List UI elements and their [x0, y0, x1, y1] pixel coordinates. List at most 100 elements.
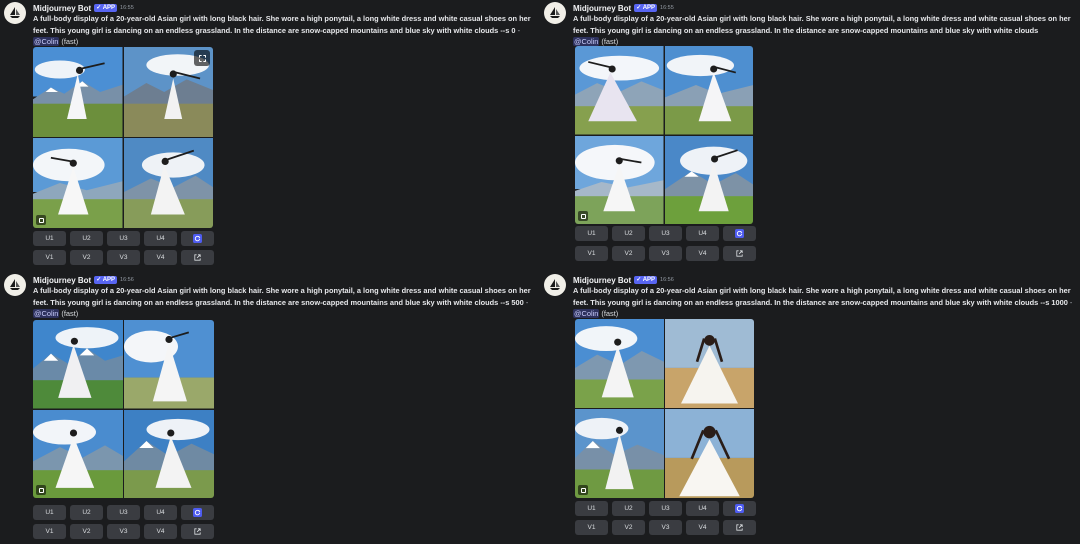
image-tile-1[interactable]: [33, 320, 123, 409]
u1-button[interactable]: U1: [33, 505, 66, 520]
u1-button[interactable]: U1: [33, 231, 66, 246]
u2-button[interactable]: U2: [612, 226, 645, 241]
web-button[interactable]: [181, 524, 214, 539]
variation-row: V1 V2 V3 V4: [33, 250, 214, 265]
prompt-body: A full-body display of a 20-year-old Asi…: [573, 286, 1071, 307]
external-link-icon: [194, 254, 201, 261]
image-icon: [36, 215, 46, 225]
v1-button[interactable]: V1: [575, 246, 608, 261]
user-mention[interactable]: @Colin: [33, 309, 60, 318]
prompt-body: A full-body display of a 20-year-old Asi…: [33, 286, 531, 307]
u3-button[interactable]: U3: [649, 226, 682, 241]
web-button[interactable]: [723, 520, 756, 535]
timestamp: 16:55: [120, 5, 134, 11]
external-link-icon: [736, 250, 743, 257]
author-name[interactable]: Midjourney Bot: [573, 276, 631, 285]
image-tile-4[interactable]: [123, 138, 213, 228]
prompt-body: A full-body display of a 20-year-old Asi…: [573, 14, 1071, 35]
image-tile-3[interactable]: [575, 409, 664, 498]
refresh-icon: [735, 504, 744, 513]
v2-button[interactable]: V2: [70, 250, 103, 265]
app-badge: ✓ APP: [634, 276, 658, 284]
u3-button[interactable]: U3: [649, 501, 682, 516]
separator: -: [523, 297, 529, 307]
u4-button[interactable]: U4: [144, 505, 177, 520]
image-tile-2[interactable]: [123, 47, 213, 137]
v1-button[interactable]: V1: [575, 520, 608, 535]
message-panel-3: Midjourney Bot ✓ APP 16:56 A full-body d…: [0, 272, 540, 544]
image-tile-1[interactable]: [33, 47, 123, 137]
v1-button[interactable]: V1: [33, 250, 66, 265]
refresh-icon: [193, 234, 202, 243]
v3-button[interactable]: V3: [649, 520, 682, 535]
image-tile-2[interactable]: [664, 46, 753, 135]
user-mention[interactable]: @Colin: [33, 37, 60, 46]
v3-button[interactable]: V3: [649, 246, 682, 261]
v4-button[interactable]: V4: [686, 246, 719, 261]
image-tile-4[interactable]: [124, 409, 214, 498]
v1-button[interactable]: V1: [33, 524, 66, 539]
bot-avatar[interactable]: [4, 274, 26, 296]
reroll-button[interactable]: [181, 505, 214, 520]
upscale-row: U1 U2 U3 U4: [33, 231, 214, 246]
message-header: Midjourney Bot ✓ APP 16:56: [33, 275, 134, 285]
v2-button[interactable]: V2: [612, 520, 645, 535]
web-button[interactable]: [181, 250, 214, 265]
reroll-button[interactable]: [181, 231, 214, 246]
bot-avatar[interactable]: [544, 2, 566, 24]
mode-label: (fast): [599, 37, 619, 46]
v3-button[interactable]: V3: [107, 250, 140, 265]
image-grid[interactable]: [33, 320, 214, 498]
reroll-button[interactable]: [723, 501, 756, 516]
u4-button[interactable]: U4: [686, 501, 719, 516]
image-grid[interactable]: [575, 46, 753, 224]
prompt-text: A full-body display of a 20-year-old Asi…: [573, 285, 1078, 320]
user-mention[interactable]: @Colin: [573, 309, 600, 318]
app-badge: ✓ APP: [94, 4, 118, 12]
u4-button[interactable]: U4: [686, 226, 719, 241]
author-name[interactable]: Midjourney Bot: [573, 4, 631, 13]
external-link-icon: [194, 528, 201, 535]
v4-button[interactable]: V4: [686, 520, 719, 535]
image-tile-3[interactable]: [575, 135, 664, 224]
u3-button[interactable]: U3: [107, 505, 140, 520]
author-name[interactable]: Midjourney Bot: [33, 276, 91, 285]
mode-label: (fast): [59, 37, 79, 46]
expand-icon[interactable]: [194, 50, 210, 66]
image-tile-4[interactable]: [665, 409, 754, 498]
u2-button[interactable]: U2: [70, 231, 103, 246]
message-panel-4: Midjourney Bot ✓ APP 16:56 A full-body d…: [540, 272, 1080, 544]
sailboat-icon: [550, 7, 560, 18]
bot-avatar[interactable]: [4, 2, 26, 24]
u1-button[interactable]: U1: [575, 501, 608, 516]
user-mention[interactable]: @Colin: [573, 37, 600, 46]
image-tile-4[interactable]: [664, 135, 753, 224]
image-tile-2[interactable]: [665, 319, 754, 408]
prompt-text: A full-body display of a 20-year-old Asi…: [33, 285, 538, 320]
web-button[interactable]: [723, 246, 756, 261]
image-tile-1[interactable]: [575, 46, 664, 135]
v2-button[interactable]: V2: [612, 246, 645, 261]
bot-avatar[interactable]: [544, 274, 566, 296]
image-tile-2[interactable]: [124, 320, 214, 409]
v2-button[interactable]: V2: [70, 524, 103, 539]
u1-button[interactable]: U1: [575, 226, 608, 241]
image-grid[interactable]: [33, 47, 213, 228]
prompt-text: A full-body display of a 20-year-old Asi…: [33, 13, 538, 48]
u2-button[interactable]: U2: [70, 505, 103, 520]
refresh-icon: [193, 508, 202, 517]
u4-button[interactable]: U4: [144, 231, 177, 246]
image-tile-3[interactable]: [33, 138, 123, 228]
v4-button[interactable]: V4: [144, 250, 177, 265]
author-name[interactable]: Midjourney Bot: [33, 4, 91, 13]
reroll-button[interactable]: [723, 226, 756, 241]
message-header: Midjourney Bot ✓ APP 16:55: [573, 3, 674, 13]
v3-button[interactable]: V3: [107, 524, 140, 539]
v4-button[interactable]: V4: [144, 524, 177, 539]
image-tile-3[interactable]: [33, 409, 123, 498]
image-grid[interactable]: [575, 319, 754, 498]
u3-button[interactable]: U3: [107, 231, 140, 246]
u2-button[interactable]: U2: [612, 501, 645, 516]
variation-row: V1 V2 V3 V4: [33, 524, 214, 539]
image-tile-1[interactable]: [575, 319, 664, 408]
